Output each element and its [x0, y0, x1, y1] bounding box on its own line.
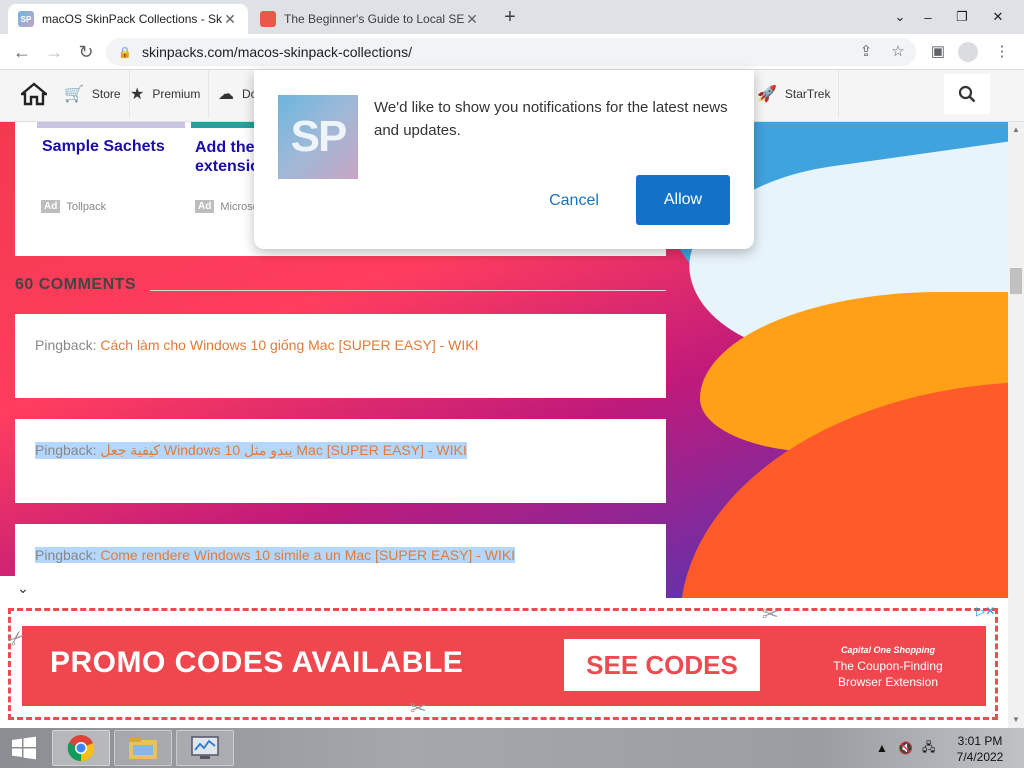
- nav-label: Store: [91, 87, 121, 101]
- notification-permission-dialog: SP We'd like to show you notifications f…: [254, 70, 754, 249]
- skinpack-favicon-icon: SP: [18, 11, 34, 27]
- ad-source: Ad Tollpack: [41, 200, 106, 213]
- star-icon: ★: [130, 86, 145, 103]
- cart-icon: 🛒: [64, 86, 84, 103]
- nav-premium[interactable]: ★ Premium: [122, 70, 210, 118]
- page-favicon-icon: [260, 11, 276, 27]
- comments-heading: 60 COMMENTS: [15, 276, 137, 293]
- clock-date: 7/4/2022: [956, 750, 1004, 764]
- side-panel-icon[interactable]: ▣: [926, 40, 950, 64]
- comment-item: Pingback: Cách làm cho Windows 10 giống …: [15, 314, 666, 398]
- cloud-icon: ☁: [218, 86, 234, 103]
- collapse-ad-chevron-icon[interactable]: ⌄: [0, 576, 46, 600]
- ad-tag: Ad: [195, 200, 215, 213]
- lock-icon: 🔒: [118, 46, 132, 59]
- bookmark-star-icon[interactable]: ☆: [886, 40, 910, 64]
- close-icon[interactable]: ✕: [222, 11, 238, 28]
- pingback-text: Pingback: كيفية جعل Windows 10 يبدو مثل …: [35, 442, 467, 459]
- ad-title-line: Add the: [195, 139, 255, 156]
- comment-item: Pingback: Come rendere Windows 10 simile…: [15, 524, 666, 598]
- nav-startrek[interactable]: 🚀 StarTrek: [748, 70, 840, 118]
- nav-label: Premium: [152, 87, 201, 101]
- close-icon[interactable]: ✕: [464, 11, 480, 28]
- ad-tag: Ad: [41, 200, 61, 213]
- brand-tagline: Browser Extension: [837, 675, 939, 689]
- back-icon[interactable]: ←: [10, 40, 34, 64]
- tab-seo-guide[interactable]: The Beginner's Guide to Local SE ✕: [250, 4, 490, 34]
- scrollbar-thumb[interactable]: [1010, 268, 1022, 294]
- clock-time: 3:01 PM: [957, 734, 1003, 748]
- skinpack-logo: SP: [278, 95, 358, 179]
- pingback-text: Pingback: Come rendere Windows 10 simile…: [35, 547, 516, 563]
- scissors-icon: ✂: [762, 604, 779, 626]
- pingback-link[interactable]: كيفية جعل Windows 10 يبدو مثل Mac [SUPER…: [100, 442, 466, 458]
- pingback-text: Pingback: Cách làm cho Windows 10 giống …: [35, 337, 479, 353]
- ad-title[interactable]: Sample Sachets: [42, 138, 165, 156]
- pingback-label: Pingback:: [35, 547, 97, 563]
- allow-button[interactable]: Allow: [636, 175, 730, 225]
- pingback-label: Pingback:: [35, 442, 97, 458]
- browser-toolbar: ← → ↻ 🔒 skinpacks.com/macos-skinpack-col…: [0, 34, 1024, 70]
- home-icon[interactable]: [14, 74, 54, 114]
- tab-title: macOS SkinPack Collections - Sk: [42, 12, 222, 26]
- brand-logo: Capital One Shopping: [841, 645, 935, 655]
- reload-icon[interactable]: ↻: [74, 40, 98, 64]
- nav-label: StarTrek: [784, 87, 831, 101]
- profile-icon[interactable]: [956, 40, 980, 64]
- address-bar[interactable]: 🔒 skinpacks.com/macos-skinpack-collectio…: [106, 38, 916, 66]
- window-close-button[interactable]: ✕: [982, 0, 1014, 34]
- show-hidden-icons[interactable]: ▲: [876, 728, 888, 768]
- cancel-button[interactable]: Cancel: [534, 186, 614, 216]
- ad-source: Ad Microso: [195, 200, 259, 213]
- ad-brand-block: Capital One Shopping The Coupon-Finding …: [808, 642, 968, 690]
- windows-start-icon[interactable]: [6, 732, 42, 764]
- scrollbar[interactable]: [1008, 122, 1024, 728]
- network-icon[interactable]: 🖧: [922, 728, 935, 768]
- divider: [150, 290, 666, 291]
- forward-icon[interactable]: →: [42, 40, 66, 64]
- minimize-button[interactable]: –: [912, 0, 944, 34]
- notification-message: We'd like to show you notifications for …: [374, 99, 728, 139]
- system-clock[interactable]: 3:01 PM 7/4/2022: [950, 733, 1010, 765]
- tab-skinpack[interactable]: SP macOS SkinPack Collections - Sk ✕: [8, 4, 248, 34]
- windows-taskbar: ▲ 🔇 🖧 3:01 PM 7/4/2022: [0, 728, 1024, 768]
- volume-muted-icon[interactable]: 🔇: [898, 728, 913, 768]
- ad-source-name: Tollpack: [66, 200, 107, 213]
- nav-store[interactable]: 🛒 Store: [56, 70, 130, 118]
- tab-title: The Beginner's Guide to Local SE: [284, 12, 464, 26]
- pingback-link[interactable]: Come rendere Windows 10 simile a un Mac …: [100, 547, 515, 563]
- chrome-taskbar-icon[interactable]: [52, 730, 110, 766]
- search-icon[interactable]: [944, 74, 990, 114]
- new-tab-button[interactable]: +: [498, 6, 522, 30]
- scroll-down-arrow-icon[interactable]: ▼: [1008, 712, 1024, 728]
- comment-item: Pingback: كيفية جعل Windows 10 يبدو مثل …: [15, 419, 666, 503]
- promo-headline: PROMO CODES AVAILABLE: [50, 646, 464, 679]
- ad-title[interactable]: Add the extensio: [195, 138, 260, 176]
- resource-monitor-icon[interactable]: [176, 730, 234, 766]
- rocket-icon: 🚀: [757, 86, 777, 103]
- adchoices-icon[interactable]: ▷✕: [976, 604, 995, 618]
- ad-thumbnail: [191, 122, 261, 128]
- restore-button[interactable]: ❐: [946, 0, 978, 34]
- promo-ad-banner[interactable]: PROMO CODES AVAILABLE SEE CODES Capital …: [0, 600, 1008, 728]
- scissors-icon: ✂: [410, 698, 427, 720]
- brand-tagline: The Coupon-Finding: [833, 659, 943, 673]
- ad-thumbnail: [37, 122, 185, 128]
- menu-kebab-icon[interactable]: ⋮: [990, 40, 1014, 64]
- pingback-label: Pingback:: [35, 337, 97, 353]
- pingback-link[interactable]: Cách làm cho Windows 10 giống Mac [SUPER…: [100, 337, 478, 353]
- url-text: skinpacks.com/macos-skinpack-collections…: [142, 44, 412, 60]
- see-codes-button[interactable]: SEE CODES: [564, 639, 760, 691]
- share-icon[interactable]: ⇪: [854, 40, 878, 64]
- scroll-up-arrow-icon[interactable]: ▲: [1008, 122, 1024, 138]
- tab-strip: SP macOS SkinPack Collections - Sk ✕ The…: [0, 0, 1024, 34]
- file-explorer-icon[interactable]: [114, 730, 172, 766]
- ad-title-line: extensio: [195, 158, 260, 175]
